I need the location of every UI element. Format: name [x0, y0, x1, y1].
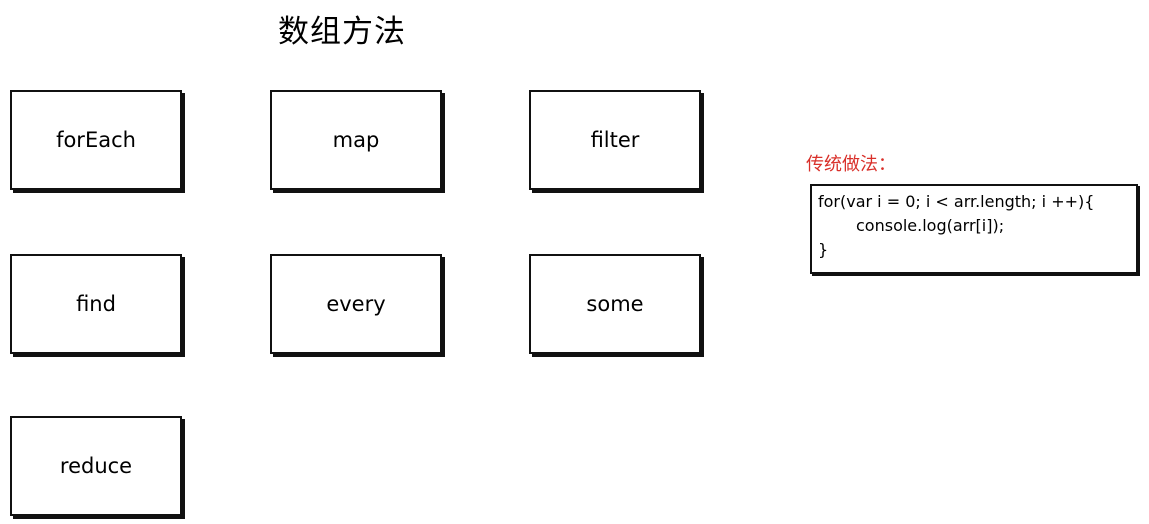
traditional-label: 传统做法：	[806, 154, 896, 175]
method-box-map: map	[270, 90, 442, 190]
page-title: 数组方法	[278, 14, 406, 50]
code-line: }	[818, 240, 829, 259]
method-label: filter	[590, 128, 640, 152]
method-label: map	[332, 128, 380, 152]
method-box-foreach: forEach	[10, 90, 182, 190]
method-label: forEach	[56, 128, 136, 152]
method-box-some: some	[529, 254, 701, 354]
method-box-find: find	[10, 254, 182, 354]
method-label: every	[326, 292, 386, 316]
method-label: find	[76, 292, 116, 316]
method-label: reduce	[59, 454, 133, 478]
method-box-filter: filter	[529, 90, 701, 190]
code-line: console.log(arr[i]);	[856, 216, 1005, 235]
code-block: for(var i = 0; i < arr.length; i ++){ co…	[810, 184, 1138, 274]
code-line: for(var i = 0; i < arr.length; i ++){	[818, 192, 1095, 211]
method-label: some	[586, 292, 644, 316]
method-box-every: every	[270, 254, 442, 354]
method-box-reduce: reduce	[10, 416, 182, 516]
